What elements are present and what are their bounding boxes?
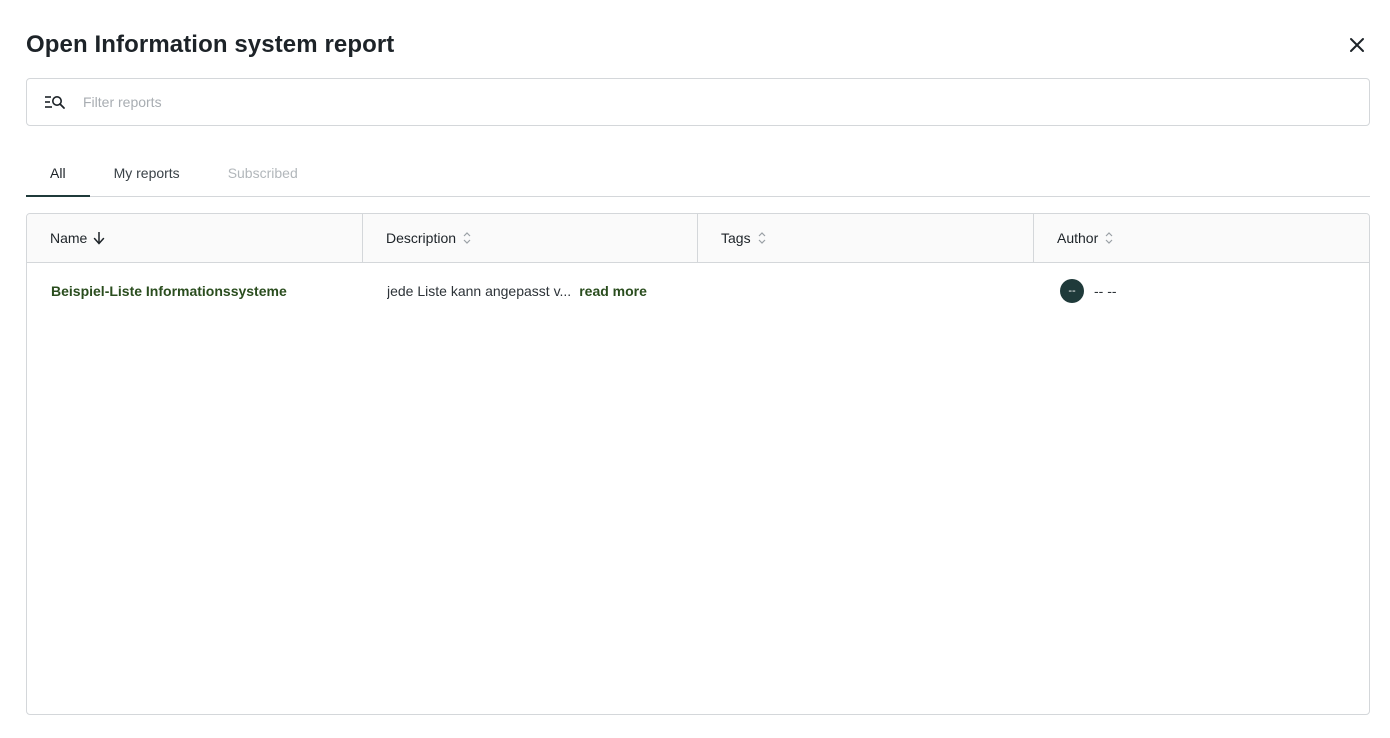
reports-table: Name Description Tags Author Beispiel-Li…	[26, 213, 1370, 715]
report-name-link[interactable]: Beispiel-Liste Informationssysteme	[51, 283, 287, 299]
cell-description: jede Liste kann angepasst v... read more	[363, 263, 698, 319]
read-more-link[interactable]: read more	[579, 283, 647, 299]
cell-author: -- -- --	[1034, 263, 1369, 319]
column-header-author[interactable]: Author	[1034, 214, 1369, 262]
author-name: -- --	[1094, 283, 1117, 299]
close-icon	[1349, 37, 1365, 56]
close-button[interactable]	[1345, 34, 1369, 58]
arrow-down-icon	[93, 231, 105, 245]
filter-reports-input[interactable]	[83, 79, 1369, 125]
tab-my-reports[interactable]: My reports	[90, 150, 204, 196]
filter-search-icon	[43, 90, 67, 114]
report-description: jede Liste kann angepasst v...	[387, 283, 572, 299]
open-report-dialog: Open Information system report All My re…	[0, 0, 1390, 738]
column-header-description[interactable]: Description	[363, 214, 698, 262]
avatar: --	[1060, 279, 1084, 303]
column-header-tags[interactable]: Tags	[698, 214, 1034, 262]
tab-my-reports-label: My reports	[113, 165, 180, 181]
column-header-description-label: Description	[386, 230, 457, 246]
column-header-tags-label: Tags	[721, 230, 751, 246]
table-row[interactable]: Beispiel-Liste Informationssysteme jede …	[27, 263, 1369, 319]
column-header-name-label: Name	[50, 230, 88, 246]
cell-tags	[698, 263, 1034, 319]
tab-subscribed-label: Subscribed	[227, 165, 298, 181]
tab-all[interactable]: All	[26, 150, 90, 197]
cell-name: Beispiel-Liste Informationssysteme	[27, 263, 363, 319]
tab-all-label: All	[50, 165, 66, 181]
column-header-author-label: Author	[1057, 230, 1099, 246]
tab-subscribed: Subscribed	[204, 150, 322, 196]
sort-icon	[462, 231, 472, 245]
sort-icon	[1104, 231, 1114, 245]
search-box	[26, 78, 1370, 126]
column-header-name[interactable]: Name	[27, 214, 363, 262]
sort-icon	[757, 231, 767, 245]
report-tabs: All My reports Subscribed	[26, 150, 1370, 197]
table-header: Name Description Tags Author	[27, 214, 1369, 263]
dialog-title: Open Information system report	[26, 31, 395, 58]
